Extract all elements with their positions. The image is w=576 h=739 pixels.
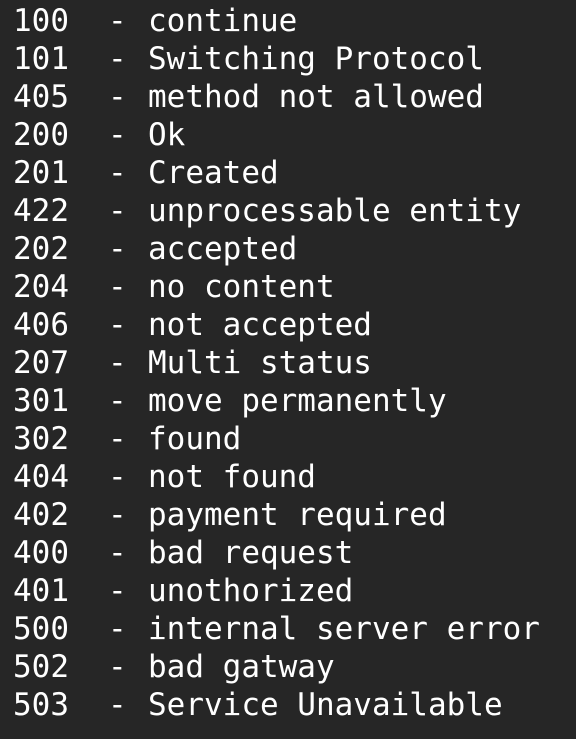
status-description: Created: [148, 155, 279, 191]
list-item: 500 - internal server error: [13, 610, 576, 648]
status-code: 404: [13, 459, 69, 495]
status-code: 402: [13, 497, 69, 533]
separator: -: [108, 41, 127, 77]
status-code: 422: [13, 193, 69, 229]
status-code: 202: [13, 231, 69, 267]
separator: -: [108, 573, 127, 609]
list-item: 204 - no content: [13, 268, 576, 306]
list-item: 101 - Switching Protocol: [13, 40, 576, 78]
separator: -: [108, 231, 127, 267]
status-code: 207: [13, 345, 69, 381]
separator: -: [108, 459, 127, 495]
separator: -: [108, 383, 127, 419]
separator: -: [108, 535, 127, 571]
status-code: 405: [13, 79, 69, 115]
status-code: 301: [13, 383, 69, 419]
status-description: not accepted: [148, 307, 372, 343]
status-code: 100: [13, 3, 69, 39]
list-item: 301 - move permanently: [13, 382, 576, 420]
status-code: 204: [13, 269, 69, 305]
status-description: bad request: [148, 535, 354, 571]
list-item: 402 - payment required: [13, 496, 576, 534]
list-item: 503 - Service Unavailable: [13, 686, 576, 724]
separator: -: [108, 269, 127, 305]
status-description: Multi status: [148, 345, 372, 381]
separator: -: [108, 687, 127, 723]
status-code: 201: [13, 155, 69, 191]
separator: -: [108, 345, 127, 381]
list-item: 401 - unothorized: [13, 572, 576, 610]
list-item: 201 - Created: [13, 154, 576, 192]
status-description: accepted: [148, 231, 298, 267]
status-description: payment required: [148, 497, 447, 533]
status-description: Service Unavailable: [148, 687, 503, 723]
status-description: unprocessable entity: [148, 193, 522, 229]
separator: -: [108, 649, 127, 685]
separator: -: [108, 193, 127, 229]
status-code: 302: [13, 421, 69, 457]
list-item: 202 - accepted: [13, 230, 576, 268]
status-description: Ok: [148, 117, 186, 153]
list-item: 405 - method not allowed: [13, 78, 576, 116]
separator: -: [108, 3, 127, 39]
status-code: 101: [13, 41, 69, 77]
separator: -: [108, 497, 127, 533]
status-description: move permanently: [148, 383, 447, 419]
status-code: 502: [13, 649, 69, 685]
status-code-list: 100- continue 101- Switching Protocol 405-…: [0, 0, 576, 739]
list-item: 200 - Ok: [13, 116, 576, 154]
status-description: no content: [148, 269, 335, 305]
list-item: 502 - bad gatway: [13, 648, 576, 686]
status-description: Switching Protocol: [148, 41, 484, 77]
separator: -: [108, 155, 127, 191]
status-description: method not allowed: [148, 79, 484, 115]
status-description: found: [148, 421, 242, 457]
separator: -: [108, 307, 127, 343]
separator: -: [108, 117, 127, 153]
list-item: 422 - unprocessable entity: [13, 192, 576, 230]
list-item: 400 - bad request: [13, 534, 576, 572]
separator: -: [108, 421, 127, 457]
status-description: unothorized: [148, 573, 354, 609]
status-code: 500: [13, 611, 69, 647]
list-item: 207 - Multi status: [13, 344, 576, 382]
status-description: not found: [148, 459, 316, 495]
list-item: 404 - not found: [13, 458, 576, 496]
separator: -: [108, 79, 127, 115]
status-code: 503: [13, 687, 69, 723]
list-item: 406 - not accepted: [13, 306, 576, 344]
list-item: 302 - found: [13, 420, 576, 458]
status-code: 401: [13, 573, 69, 609]
list-item: 100 - continue: [13, 2, 576, 40]
status-code: 406: [13, 307, 69, 343]
status-description: internal server error: [148, 611, 540, 647]
status-code: 200: [13, 117, 69, 153]
status-code: 400: [13, 535, 69, 571]
status-description: continue: [148, 3, 298, 39]
status-description: bad gatway: [148, 649, 335, 685]
separator: -: [108, 611, 127, 647]
